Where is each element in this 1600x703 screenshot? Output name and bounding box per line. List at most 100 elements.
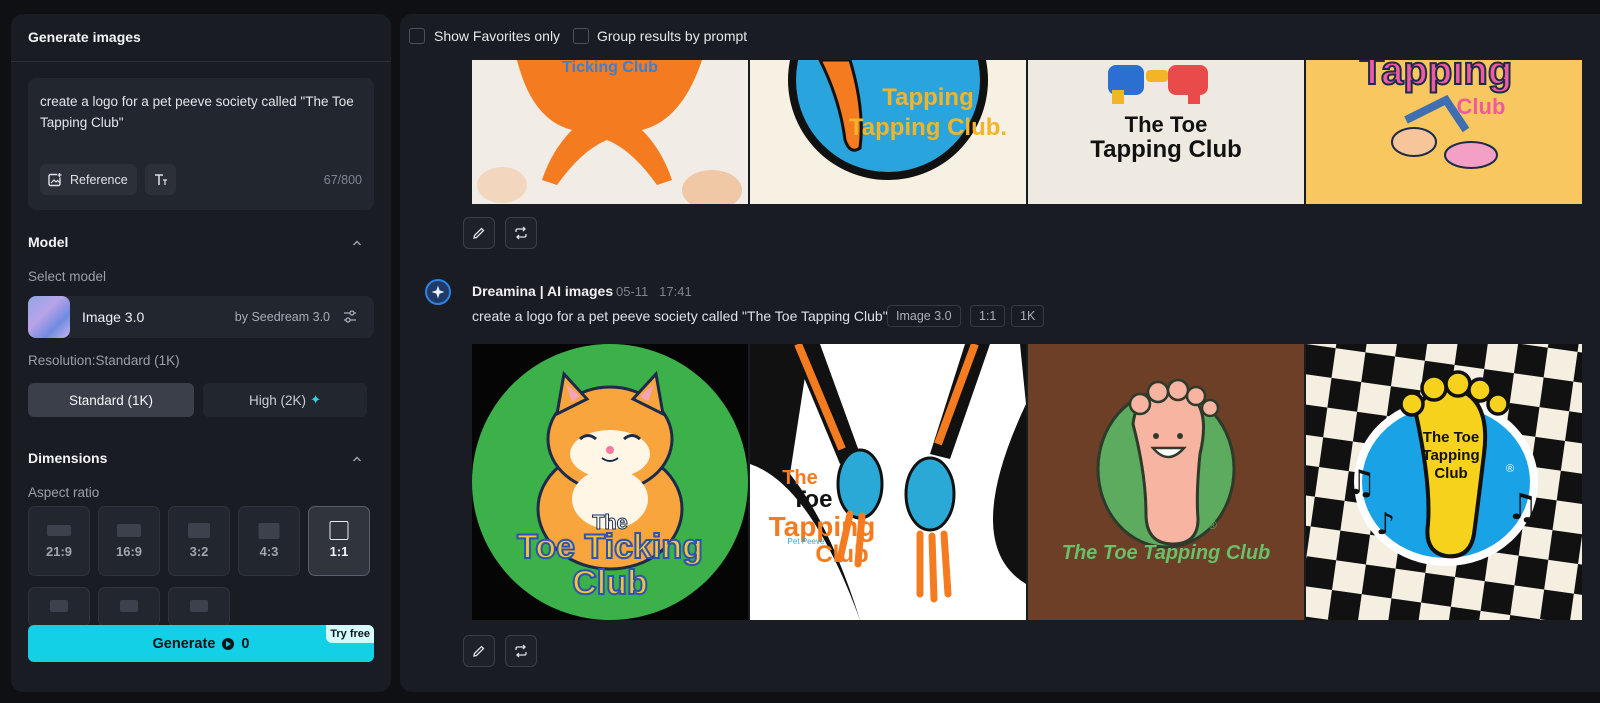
ratio-label: 1:1 <box>329 544 349 559</box>
ratio-3-2[interactable]: 3:2 <box>168 506 230 576</box>
model-section-title: Model <box>28 234 69 250</box>
generate-button[interactable]: Generate 0 Try free <box>28 625 374 662</box>
try-free-badge: Try free <box>326 625 374 643</box>
credit-icon <box>222 637 235 650</box>
svg-text:Tapping: Tapping <box>882 84 974 111</box>
batch-time: 17:41 <box>659 284 692 299</box>
reference-label: Reference <box>70 172 128 187</box>
generated-image[interactable]: The Toe Tapping Club ♫ ♪ ♫ ® <box>1306 344 1582 620</box>
ratio-shape-icon <box>258 523 280 539</box>
model-thumbnail <box>28 296 70 338</box>
settings-sliders-icon[interactable] <box>342 309 358 325</box>
chevron-up-icon[interactable] <box>351 453 363 465</box>
favorites-label[interactable]: Show Favorites only <box>434 28 560 44</box>
aspect-ratio-label: Aspect ratio <box>28 485 100 500</box>
image-caption: Club <box>572 564 648 602</box>
group-label[interactable]: Group results by prompt <box>597 28 747 44</box>
dimensions-section-title: Dimensions <box>28 450 108 466</box>
prompt-text[interactable]: create a logo for a pet peeve society ca… <box>40 91 358 133</box>
resolution-label: Resolution:Standard (1K) <box>28 353 180 368</box>
ratio-1-1[interactable]: 1:1 <box>308 506 370 576</box>
ratio-shape-icon <box>120 600 138 612</box>
image-caption: The Toe <box>1423 429 1479 446</box>
ratio-label: 16:9 <box>115 544 143 559</box>
resolution-standard-label: Standard (1K) <box>68 392 154 408</box>
credit-count: 0 <box>241 635 250 652</box>
image-caption: Ticking Club <box>562 60 658 76</box>
dreamina-avatar <box>425 279 451 305</box>
generated-image[interactable]: ® The Toe Tapping Club <box>1028 344 1304 620</box>
select-model-label: Select model <box>28 269 107 284</box>
model-name: Image 3.0 <box>82 309 145 325</box>
results-filters: Show Favorites only Group results by pro… <box>400 14 1600 60</box>
svg-text:♫: ♫ <box>1346 463 1376 503</box>
star-icon <box>431 285 445 299</box>
resolution-high-button[interactable]: High (2K) ✦ <box>203 383 367 417</box>
ratio-label: 21:9 <box>45 544 73 559</box>
image-art: The Toe Tapping Club <box>1028 60 1304 204</box>
chevron-up-icon[interactable] <box>351 237 363 249</box>
image-caption: Tapping Club. <box>849 114 1007 141</box>
favorites-checkbox[interactable] <box>409 28 425 44</box>
image-art: The Toe Tapping Club ♫ ♪ ♫ ® <box>1306 344 1582 620</box>
text-style-button[interactable] <box>145 164 176 195</box>
ratio-option[interactable] <box>168 587 230 627</box>
ratio-label: 3:2 <box>189 544 209 559</box>
ratio-option[interactable] <box>28 587 90 627</box>
image-caption: The Toe Tapping Club <box>1062 542 1271 564</box>
svg-text:The Toe: The Toe <box>1125 112 1208 137</box>
image-art: Tapping Club <box>1306 60 1582 204</box>
image-grid-previous: Ticking Club Tapping Tapping Club. The T… <box>472 60 1584 204</box>
generated-image[interactable]: The Toe Ticking Club <box>472 344 748 620</box>
ratio-label: 4:3 <box>259 544 279 559</box>
regenerate-button[interactable] <box>505 217 537 249</box>
svg-text:♫: ♫ <box>1506 487 1538 528</box>
resolution-high-label: High (2K) <box>249 392 307 408</box>
ratio-option[interactable] <box>98 587 160 627</box>
ratio-shape-icon <box>117 524 141 537</box>
generate-label: Generate <box>152 635 216 652</box>
edit-button[interactable] <box>463 635 495 667</box>
ratio-4-3[interactable]: 4:3 <box>238 506 300 576</box>
panel-header: Generate images <box>11 14 391 62</box>
svg-text:Tapping: Tapping <box>1360 60 1513 93</box>
generated-image[interactable]: Tapping Tapping Club. <box>750 60 1026 204</box>
svg-text:®: ® <box>1506 463 1514 475</box>
ratio-16-9[interactable]: 16:9 <box>98 506 160 576</box>
ratio-shape-icon <box>50 600 68 612</box>
svg-text:♪: ♪ <box>1376 507 1395 542</box>
ratio-21-9[interactable]: 21:9 <box>28 506 90 576</box>
batch-timestamp: 05-11 17:41 <box>616 284 692 299</box>
sparkle-icon: ✦ <box>310 392 321 407</box>
generated-image[interactable]: The Toe Tapping Club Pet Peeve <box>750 344 1026 620</box>
regenerate-button[interactable] <box>505 635 537 667</box>
repeat-icon <box>515 644 527 658</box>
resolution-standard-button[interactable]: Standard (1K) <box>28 383 194 417</box>
svg-text:®: ® <box>1208 518 1217 532</box>
ratio-shape-icon <box>188 523 210 538</box>
model-provider: by Seedream 3.0 <box>234 310 330 324</box>
image-caption: Club <box>1434 465 1467 482</box>
ratio-shape-icon <box>190 600 208 612</box>
pencil-icon <box>473 227 485 239</box>
edit-button[interactable] <box>463 217 495 249</box>
generated-image[interactable]: Ticking Club <box>472 60 748 204</box>
model-selector[interactable]: Image 3.0 by Seedream 3.0 <box>28 296 374 338</box>
ratio-shape-icon <box>329 521 349 540</box>
image-art: Ticking Club <box>472 60 748 204</box>
group-checkbox[interactable] <box>573 28 589 44</box>
reference-button[interactable]: Reference <box>40 164 137 195</box>
model-tag: Image 3.0 <box>887 305 961 327</box>
generated-image[interactable]: Tapping Club <box>1306 60 1582 204</box>
batch-prompt[interactable]: create a logo for a pet peeve society ca… <box>472 308 888 324</box>
image-caption: Tapping <box>1422 447 1479 464</box>
image-art: Tapping Tapping Club. <box>750 60 1026 204</box>
image-art: ® The Toe Tapping Club <box>1028 344 1304 620</box>
pencil-icon <box>473 645 485 657</box>
image-add-icon <box>48 172 62 186</box>
app-name: Dreamina | AI images <box>472 283 614 299</box>
resolution-tag: 1K <box>1011 305 1045 327</box>
image-caption: Pet Peeve <box>788 537 825 546</box>
prompt-input[interactable]: create a logo for a pet peeve society ca… <box>28 78 374 210</box>
generated-image[interactable]: The Toe Tapping Club <box>1028 60 1304 204</box>
